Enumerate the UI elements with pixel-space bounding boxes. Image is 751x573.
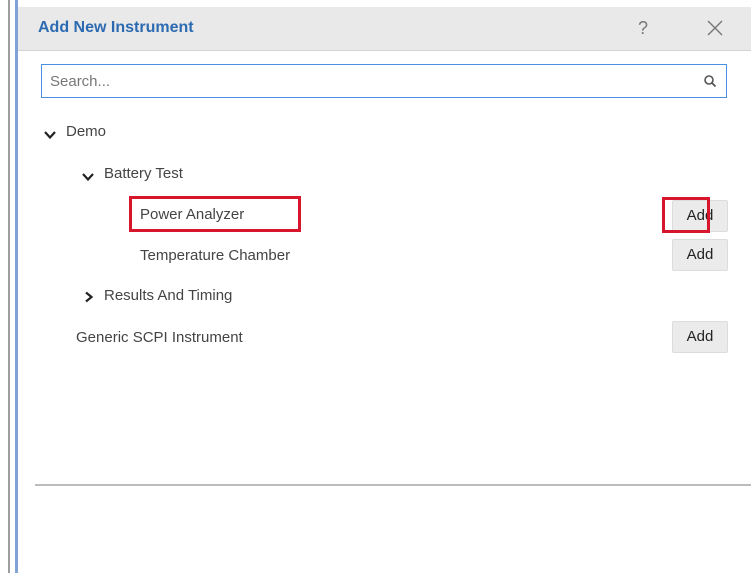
add-button-generic-scpi[interactable]: Add [672,321,728,353]
tree-node-label: Battery Test [104,165,183,182]
tree-leaf-label: Temperature Chamber [140,247,291,264]
search-input[interactable] [50,65,690,97]
highlight-box-add-button [662,197,710,233]
dialog-titlebar: Add New Instrument ? [18,7,751,51]
chevron-right-icon[interactable] [84,290,94,303]
tree-leaf-temperature-chamber[interactable]: Temperature Chamber [140,245,400,267]
search-icon[interactable] [703,74,717,88]
tree-node-label: Results And Timing [104,287,233,304]
tree-node-battery-test[interactable]: Battery Test [82,163,282,185]
tree-leaf-label: Generic SCPI Instrument [76,329,243,346]
panel-divider [35,484,751,486]
highlight-box-power-analyzer [129,196,301,232]
add-button-temperature-chamber[interactable]: Add [672,239,728,271]
search-field[interactable] [41,64,727,98]
tree-node-results-and-timing[interactable]: Results And Timing [82,285,342,307]
tree-leaf-generic-scpi-instrument[interactable]: Generic SCPI Instrument [76,327,356,349]
tree-node-demo[interactable]: Demo [44,121,244,143]
tree-node-label: Demo [66,123,107,140]
help-button[interactable]: ? [632,15,654,41]
chevron-down-icon[interactable] [82,169,94,182]
add-instrument-dialog: Add New Instrument ? Demo Battery Test [15,0,751,573]
close-icon[interactable] [704,17,726,39]
window-edge [8,0,10,573]
dialog-title: Add New Instrument [38,19,194,36]
chevron-down-icon[interactable] [44,127,56,140]
